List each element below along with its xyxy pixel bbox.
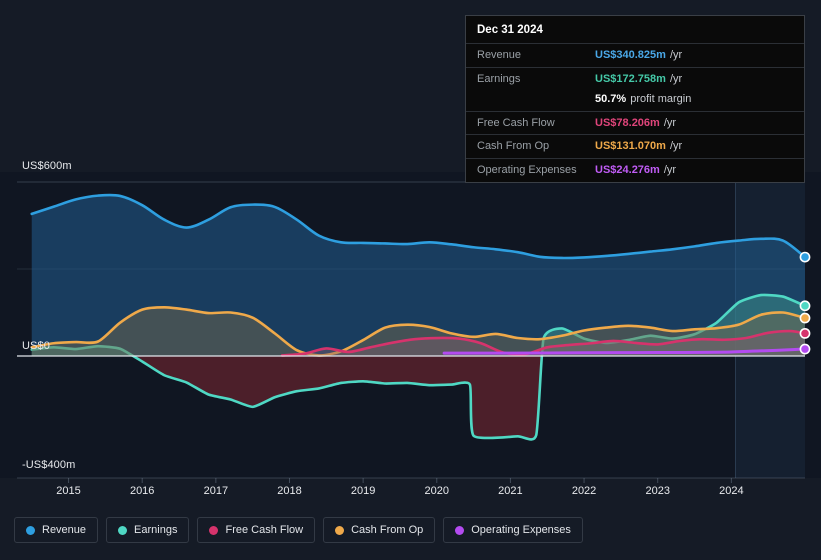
tooltip-row: Earnings US$172.758m/yr — [466, 66, 804, 91]
legend-color-dot-icon — [455, 525, 465, 535]
tooltip-row-unit: /yr — [663, 164, 677, 177]
x-axis-label: 2022 — [571, 485, 597, 497]
tooltip-row: Free Cash Flow US$78.206m/yr — [466, 110, 804, 135]
tooltip-row-label: Revenue — [477, 49, 522, 61]
x-axis-labels: 2015 2016 2017 2018 2019 2020 2021 2022 2023 2024 — [0, 485, 821, 503]
data-tooltip: Dec 31 2024 Revenue US$340.825m/yr Earning… — [465, 15, 805, 184]
financial-chart-widget: US$600m US$0 -US$400m 2015 2016 2017 2018 20… — [0, 0, 821, 560]
tooltip-row-label: Cash From Op — [477, 140, 550, 153]
x-axis-label: 2020 — [424, 485, 450, 497]
tooltip-profit-margin-value: 50.7% — [595, 92, 627, 105]
legend-color-dot-icon — [209, 525, 219, 535]
tooltip-row-value: US$340.825m — [595, 49, 666, 61]
x-axis-label: 2017 — [203, 485, 229, 497]
x-axis-label: 2021 — [498, 485, 523, 497]
x-axis-label: 2024 — [719, 485, 744, 497]
legend-color-dot-icon — [335, 525, 345, 535]
tooltip-profit-margin-row: 50.7% profit margin — [466, 91, 804, 111]
legend-item-earnings[interactable]: Earnings — [106, 517, 190, 543]
forecast-band — [735, 172, 805, 478]
tooltip-row-label: Free Cash Flow — [477, 116, 555, 129]
tooltip-row-value: US$78.206m — [595, 116, 660, 129]
tooltip-row-unit: /yr — [663, 116, 677, 129]
legend-color-dot-icon — [118, 525, 128, 535]
plot-area — [0, 172, 821, 478]
legend-item-free-cash-flow[interactable]: Free Cash Flow — [197, 517, 316, 543]
x-axis-label: 2023 — [645, 485, 670, 497]
tooltip-row: Revenue US$340.825m/yr — [466, 43, 804, 67]
x-axis-label: 2019 — [350, 485, 376, 497]
legend-item-label: Revenue — [42, 524, 87, 536]
legend-item-label: Earnings — [134, 524, 178, 536]
x-axis-label: 2018 — [277, 485, 302, 497]
x-axis-label: 2016 — [129, 485, 155, 497]
tooltip-profit-margin-label: profit margin — [630, 92, 692, 105]
tooltip-row-value: US$24.276m — [595, 164, 660, 177]
tooltip-row: Cash From Op US$131.070m/yr — [466, 134, 804, 158]
y-axis-label-top: US$600m — [22, 160, 72, 172]
tooltip-row-label: Earnings — [477, 72, 521, 85]
legend-item-revenue[interactable]: Revenue — [14, 517, 99, 543]
legend-item-label: Operating Expenses — [471, 524, 571, 536]
y-axis-label-zero: US$0 — [22, 340, 50, 352]
tooltip-row-label: Operating Expenses — [477, 164, 577, 177]
legend-item-label: Free Cash Flow — [225, 524, 304, 536]
tooltip-row-unit: /yr — [669, 49, 683, 61]
tooltip-row-unit: /yr — [669, 72, 683, 85]
tooltip-row-unit: /yr — [669, 140, 683, 153]
tooltip-row: Operating Expenses US$24.276m/yr — [466, 158, 804, 182]
y-axis-label-bottom: -US$400m — [22, 459, 76, 471]
x-axis-label: 2015 — [56, 485, 81, 497]
chart-legend: Revenue Earnings Free Cash Flow Cash From O… — [14, 517, 583, 543]
legend-item-label: Cash From Op — [351, 524, 424, 536]
legend-item-operating-expenses[interactable]: Operating Expenses — [443, 517, 583, 543]
tooltip-title: Dec 31 2024 — [477, 24, 543, 36]
legend-color-dot-icon — [26, 525, 35, 535]
tooltip-row-value: US$172.758m — [595, 72, 666, 85]
legend-item-cash-from-op[interactable]: Cash From Op — [323, 517, 436, 543]
tooltip-rows: Revenue US$340.825m/yr Earnings US$172.758m… — [466, 43, 804, 182]
tooltip-row-value: US$131.070m — [595, 140, 666, 153]
